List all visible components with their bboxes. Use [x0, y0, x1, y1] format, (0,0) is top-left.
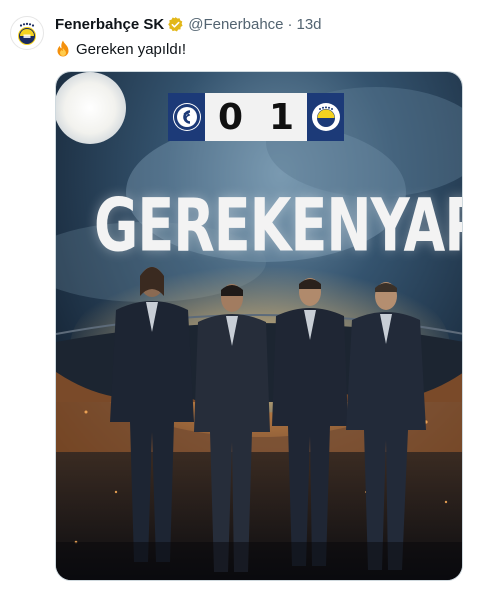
author-name[interactable]: Fenerbahçe SK [55, 16, 164, 33]
tweet-media-image[interactable]: GEREKEN YAPILDI 0 1 [55, 71, 463, 581]
away-score: 1 [256, 93, 307, 141]
timestamp[interactable]: 13d [297, 16, 322, 33]
tweet-text-line: Gereken yapıldı! [55, 39, 186, 59]
away-team-badge [307, 93, 344, 141]
fire-emoji-icon [55, 40, 71, 58]
scoreboard: 0 1 [168, 93, 344, 141]
author-handle[interactable]: @Fenerbahce [188, 16, 283, 33]
moon [56, 72, 126, 144]
tweet-text: Gereken yapıldı! [76, 40, 187, 58]
poster-artwork [56, 72, 462, 580]
tweet-header: Fenerbahçe SK @Fenerbahce · 13d [55, 14, 322, 34]
headline-word-1: GEREKEN [94, 182, 372, 268]
home-score: 0 [205, 93, 256, 141]
separator-dot: · [287, 15, 293, 33]
tweet[interactable]: Fenerbahçe SK @Fenerbahce · 13d Gereken … [0, 0, 495, 589]
avatar[interactable] [10, 16, 44, 50]
poster-headline: GEREKEN YAPILDI [94, 164, 462, 286]
home-team-badge [168, 93, 205, 141]
galatasaray-crest-icon [172, 103, 201, 131]
fenerbahce-logo-icon [12, 18, 42, 48]
headline-word-2: YAPILDI [370, 182, 462, 268]
verified-badge-icon [167, 16, 184, 33]
fenerbahce-crest-icon [311, 103, 340, 131]
